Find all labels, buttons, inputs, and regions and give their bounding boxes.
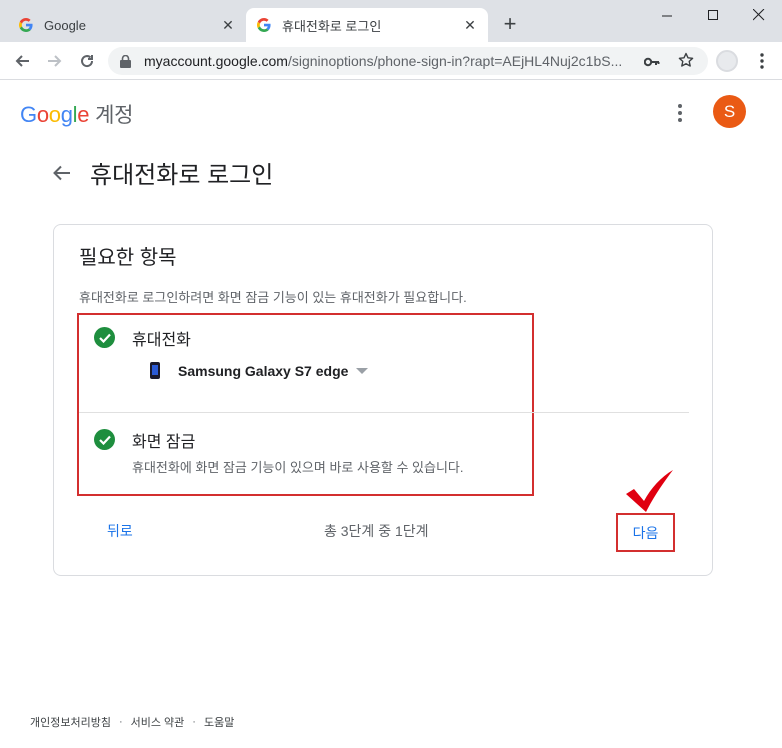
more-vert-icon	[760, 53, 764, 69]
maximize-icon	[707, 9, 718, 20]
page-content: Google 계정 S 휴대전화로 로그인 필요한 항목 휴대전화로 로그인하려…	[0, 81, 782, 748]
tab-google[interactable]: Google ✕	[8, 8, 246, 42]
bookmark-star-icon[interactable]	[678, 52, 694, 71]
google-favicon-icon	[18, 17, 34, 33]
footer-links: 개인정보처리방침 · 서비스 약관 · 도움말	[30, 714, 234, 730]
url-text: myaccount.google.com/signinoptions/phone…	[144, 53, 634, 69]
close-icon	[753, 9, 765, 21]
check-circle-icon	[94, 327, 115, 348]
arrow-left-icon	[53, 165, 70, 181]
browser-forward-button[interactable]	[42, 48, 68, 74]
browser-reload-button[interactable]	[74, 48, 100, 74]
reload-icon	[81, 55, 94, 68]
page-back-button[interactable]	[50, 161, 74, 185]
tab-phone-sign-in[interactable]: 휴대전화로 로그인 ✕	[246, 8, 488, 42]
logo-letter: o	[36, 102, 49, 127]
terms-link[interactable]: 서비스 약관	[131, 714, 185, 730]
browser-menu-button[interactable]	[752, 48, 772, 74]
lock-icon	[120, 54, 134, 68]
tab-title: Google	[44, 17, 86, 33]
logo-letter: g	[60, 102, 73, 127]
logo-letter: e	[77, 102, 90, 127]
window-minimize-button[interactable]	[644, 0, 690, 30]
browser-tab-bar: Google ✕ 휴대전화로 로그인 ✕ +	[0, 0, 782, 42]
address-toolbar: myaccount.google.com/signinoptions/phone…	[0, 42, 782, 80]
step-indicator: 총 3단계 중 1단계	[324, 523, 429, 539]
dropdown-caret-icon	[356, 367, 369, 374]
privacy-policy-link[interactable]: 개인정보처리방침	[30, 714, 111, 730]
google-account-logo[interactable]: Google 계정	[20, 99, 134, 129]
card-description: 휴대전화로 로그인하려면 화면 잠금 기능이 있는 휴대전화가 필요합니다.	[79, 290, 467, 305]
page-title: 휴대전화로 로그인	[90, 162, 274, 189]
key-icon[interactable]	[643, 54, 660, 70]
footer-separator: ·	[118, 716, 123, 728]
check-circle-icon	[94, 429, 115, 450]
device-name: Samsung Galaxy S7 edge	[178, 362, 349, 379]
account-label: 계정	[95, 104, 134, 127]
card-title: 필요한 항목	[79, 247, 177, 269]
requirement-phone-title: 휴대전화	[132, 332, 191, 349]
back-button[interactable]: 뒤로	[107, 521, 133, 541]
arrow-right-icon	[48, 55, 62, 67]
new-tab-button[interactable]: +	[498, 13, 522, 37]
device-selector[interactable]: Samsung Galaxy S7 edge	[150, 362, 369, 379]
browser-profile-button[interactable]	[716, 50, 738, 72]
checkmark-annotation-icon	[626, 470, 673, 512]
logo-letter: o	[48, 102, 61, 127]
more-options-button[interactable]	[670, 101, 690, 125]
footer-separator: ·	[192, 716, 196, 728]
help-link[interactable]: 도움말	[204, 714, 234, 730]
logo-letter: G	[20, 102, 37, 127]
requirement-screen-lock-title: 화면 잠금	[132, 434, 196, 451]
tab-close-icon[interactable]: ✕	[220, 17, 236, 33]
tab-title: 휴대전화로 로그인	[282, 18, 382, 34]
requirements-card: 필요한 항목 휴대전화로 로그인하려면 화면 잠금 기능이 있는 휴대전화가 필…	[53, 224, 713, 576]
minimize-icon	[661, 15, 672, 16]
requirement-screen-lock-subtitle: 휴대전화에 화면 잠금 기능이 있으며 바로 사용할 수 있습니다.	[132, 460, 464, 475]
browser-back-button[interactable]	[9, 48, 35, 74]
next-button[interactable]: 다음	[616, 513, 675, 552]
url-path: /signinoptions/phone-sign-in?rapt=AEjHL4…	[287, 53, 623, 69]
tab-close-icon[interactable]: ✕	[462, 17, 478, 33]
url-bar[interactable]: myaccount.google.com/signinoptions/phone…	[108, 47, 708, 75]
arrow-left-icon	[15, 55, 29, 67]
url-host: myaccount.google.com	[144, 53, 288, 69]
avatar[interactable]: S	[713, 95, 746, 128]
next-button-label: 다음	[632, 524, 659, 541]
google-favicon-icon	[256, 17, 272, 33]
window-close-button[interactable]	[736, 0, 782, 30]
divider	[79, 412, 689, 413]
window-maximize-button[interactable]	[690, 0, 736, 30]
phone-icon	[150, 362, 160, 379]
